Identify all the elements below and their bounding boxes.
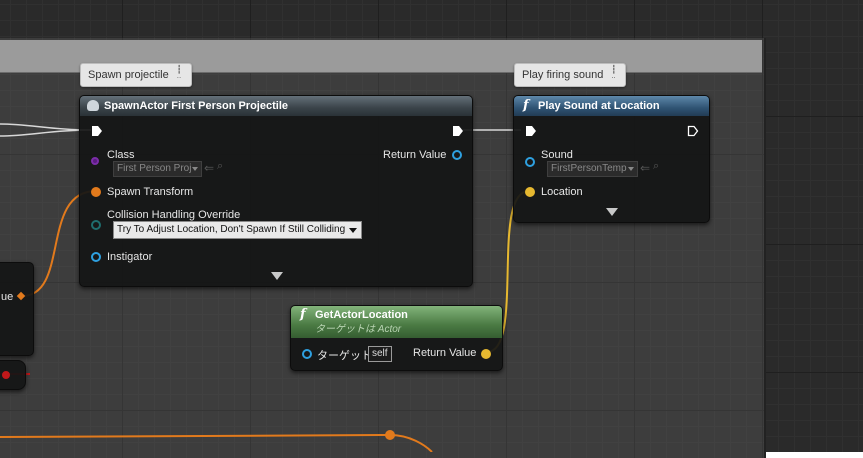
sound-select[interactable]: FirstPersonTemp: [547, 161, 638, 177]
collision-select[interactable]: Try To Adjust Location, Don't Spawn If S…: [113, 221, 362, 239]
browse-icon[interactable]: ⌕: [217, 160, 223, 173]
spawn-transform-pin[interactable]: [91, 187, 101, 197]
left-partial-node-2[interactable]: [0, 360, 26, 390]
get-actor-subtitle: ターゲットは Actor: [315, 324, 402, 335]
return-value-label: Return Value: [383, 149, 447, 161]
target-pin[interactable]: [302, 349, 312, 359]
sound-value: FirstPersonTemp: [551, 163, 627, 174]
spawn-transform-label: Spawn Transform: [107, 186, 194, 198]
transform-pin-out[interactable]: [16, 291, 26, 301]
class-label: Class: [107, 149, 135, 161]
play-sound-node[interactable]: f Play Sound at Location Sound FirstPers…: [513, 95, 710, 223]
target-self-value: self: [368, 346, 392, 362]
use-selected-icon[interactable]: ⇐: [204, 161, 214, 175]
sound-pin[interactable]: [525, 157, 535, 167]
function-icon: f: [523, 98, 529, 113]
chevron-down-icon: [628, 167, 634, 171]
get-actor-return-pin[interactable]: [481, 349, 491, 359]
location-pin[interactable]: [525, 187, 535, 197]
comment-bubble-spawn[interactable]: Spawn projectile ┇..: [80, 63, 192, 87]
sound-label: Sound: [541, 149, 573, 161]
use-selected-icon[interactable]: ⇐: [640, 161, 650, 175]
collision-label: Collision Handling Override: [107, 209, 241, 221]
expand-arrow-icon[interactable]: [606, 208, 618, 216]
collision-pin[interactable]: [91, 220, 101, 230]
exec-wire-in-bottom: [0, 129, 92, 137]
get-actor-return-label: Return Value: [413, 347, 477, 359]
exec-wire-in-top: [0, 123, 92, 131]
exec-arrow-icon: [526, 126, 536, 136]
target-label: ターゲット: [317, 350, 372, 362]
comment-bubble-sound[interactable]: Play firing sound ┇..: [514, 63, 627, 87]
sound-node-title: Play Sound at Location: [538, 100, 660, 112]
left-node-return-label: ue: [1, 291, 14, 303]
class-value: First Person Proj: [117, 163, 192, 174]
spawn-node-header[interactable]: SpawnActor First Person Projectile: [80, 96, 472, 116]
instigator-label: Instigator: [107, 251, 153, 263]
delegate-pin[interactable]: [2, 371, 10, 379]
left-partial-node[interactable]: ue: [0, 262, 34, 356]
return-value-pin[interactable]: [452, 150, 462, 160]
comment-sound-text: Play firing sound: [522, 69, 604, 81]
function-icon: f: [300, 307, 306, 322]
spawn-actor-node[interactable]: SpawnActor First Person Projectile Class…: [79, 95, 473, 287]
chevron-down-icon: [349, 228, 357, 233]
comment-spawn-text: Spawn projectile: [88, 69, 169, 81]
comment-pin-icon[interactable]: ┇..: [611, 66, 621, 80]
comment-pin-icon[interactable]: ┇..: [177, 66, 187, 80]
expand-arrow-icon[interactable]: [271, 272, 283, 280]
exec-arrow-icon: [453, 126, 463, 136]
collision-value: Try To Adjust Location, Don't Spawn If S…: [117, 224, 346, 235]
spawn-node-title: SpawnActor First Person Projectile: [104, 100, 288, 112]
location-label: Location: [541, 186, 583, 198]
wire-reroute-knot[interactable]: [385, 430, 395, 440]
instigator-pin[interactable]: [91, 252, 101, 262]
exec-arrow-icon: [687, 125, 699, 137]
class-pin[interactable]: [91, 157, 99, 165]
transform-wire-bottom: [0, 433, 433, 452]
chevron-down-icon: [192, 167, 198, 171]
spawn-ghost-icon: [87, 100, 99, 111]
browse-icon[interactable]: ⌕: [653, 160, 659, 173]
class-select[interactable]: First Person Proj: [113, 161, 202, 177]
exec-arrow-icon: [92, 126, 102, 136]
get-actor-title: GetActorLocation: [315, 309, 408, 321]
get-actor-header[interactable]: f GetActorLocation ターゲットは Actor: [291, 306, 502, 338]
sound-node-header[interactable]: f Play Sound at Location: [514, 96, 709, 116]
get-actor-location-node[interactable]: f GetActorLocation ターゲットは Actor ターゲット se…: [290, 305, 503, 371]
